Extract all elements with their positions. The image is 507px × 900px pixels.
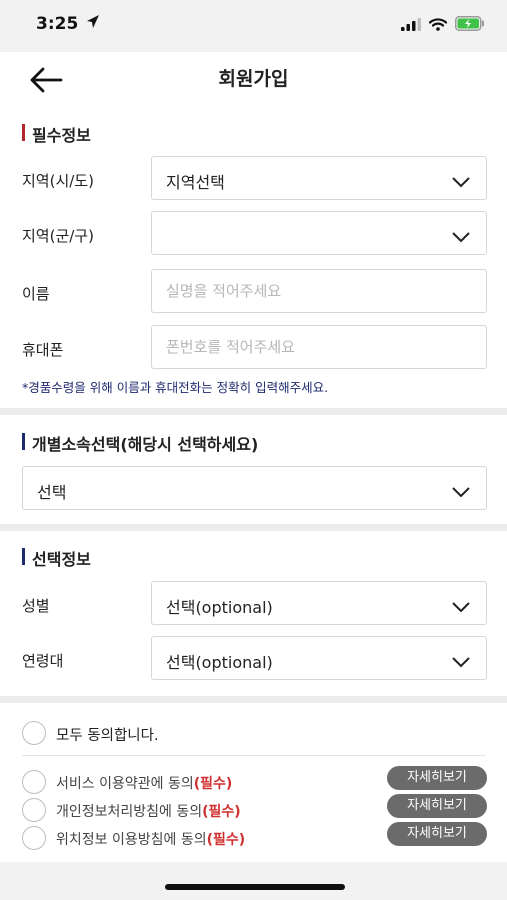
agreement-divider xyxy=(22,755,486,756)
gender-select[interactable]: 선택(optional) xyxy=(151,581,487,625)
chevron-down-icon xyxy=(452,228,470,247)
chevron-down-icon xyxy=(452,173,470,192)
privacy-detail-button[interactable]: 자세히보기 xyxy=(387,794,487,818)
region-district-select[interactable] xyxy=(151,211,487,255)
location-detail-button[interactable]: 자세히보기 xyxy=(387,822,487,846)
agree-all-label: 모두 동의합니다. xyxy=(56,728,159,744)
section-divider xyxy=(0,696,507,703)
signup-page: 회원가입 필수정보 지역(시/도) 지역선택 지역(군/구) 이름 휴대폰 *경… xyxy=(0,52,507,862)
agree-location-label: 위치정보 이용방침에 동의(필수) xyxy=(56,829,245,849)
chevron-down-icon xyxy=(452,483,470,502)
wifi-icon xyxy=(428,16,448,35)
required-mark: (필수) xyxy=(202,804,241,820)
status-icons xyxy=(401,16,485,35)
signal-icon xyxy=(401,16,421,35)
gender-label: 성별 xyxy=(22,597,50,615)
agree-terms-text: 서비스 이용약관에 동의 xyxy=(56,776,194,792)
region-district-label: 지역(군/구) xyxy=(22,227,94,245)
location-arrow-icon xyxy=(86,14,100,34)
status-bar: 3:25 xyxy=(0,0,507,52)
phone-input[interactable] xyxy=(152,326,486,368)
gender-value: 선택(optional) xyxy=(166,598,273,617)
chevron-down-icon xyxy=(452,653,470,672)
region-city-select[interactable]: 지역선택 xyxy=(151,156,487,200)
name-input[interactable] xyxy=(152,270,486,312)
agree-terms-label: 서비스 이용약관에 동의(필수) xyxy=(56,773,232,793)
name-label: 이름 xyxy=(22,285,50,303)
required-mark: (필수) xyxy=(193,776,233,792)
phone-field-box xyxy=(151,325,487,369)
chevron-down-icon xyxy=(452,598,470,617)
section-title-affiliation: 개별소속선택(해당시 선택하세요) xyxy=(22,431,258,455)
status-time: 3:25 xyxy=(36,14,79,34)
age-select[interactable]: 선택(optional) xyxy=(151,636,487,680)
region-city-value: 지역선택 xyxy=(166,173,225,192)
section-title-required: 필수정보 xyxy=(22,122,91,146)
required-mark: (필수) xyxy=(206,832,246,848)
terms-detail-button[interactable]: 자세히보기 xyxy=(387,766,487,790)
agree-location-radio[interactable] xyxy=(22,826,46,850)
agree-terms-radio[interactable] xyxy=(22,770,46,794)
affiliation-value: 선택 xyxy=(37,483,67,502)
page-title: 회원가입 xyxy=(218,68,289,90)
name-field-box xyxy=(151,269,487,313)
region-city-label: 지역(시/도) xyxy=(22,172,94,190)
age-value: 선택(optional) xyxy=(166,653,273,672)
agree-all-radio[interactable] xyxy=(22,721,46,745)
header: 회원가입 xyxy=(0,52,507,104)
agree-privacy-text: 개인정보처리방침에 동의 xyxy=(56,804,203,820)
phone-label: 휴대폰 xyxy=(22,341,64,359)
required-note: *경품수령을 위해 이름과 휴대전화는 정확히 입력해주세요. xyxy=(22,380,329,395)
agree-privacy-radio[interactable] xyxy=(22,798,46,822)
section-title-optional: 선택정보 xyxy=(22,546,91,570)
home-indicator xyxy=(165,884,345,890)
agree-privacy-label: 개인정보처리방침에 동의(필수) xyxy=(56,801,241,821)
battery-charging-icon xyxy=(455,16,485,35)
section-divider xyxy=(0,524,507,531)
age-label: 연령대 xyxy=(22,652,64,670)
agree-location-text: 위치정보 이용방침에 동의 xyxy=(56,832,207,848)
section-divider xyxy=(0,408,507,415)
affiliation-select[interactable]: 선택 xyxy=(22,466,487,510)
